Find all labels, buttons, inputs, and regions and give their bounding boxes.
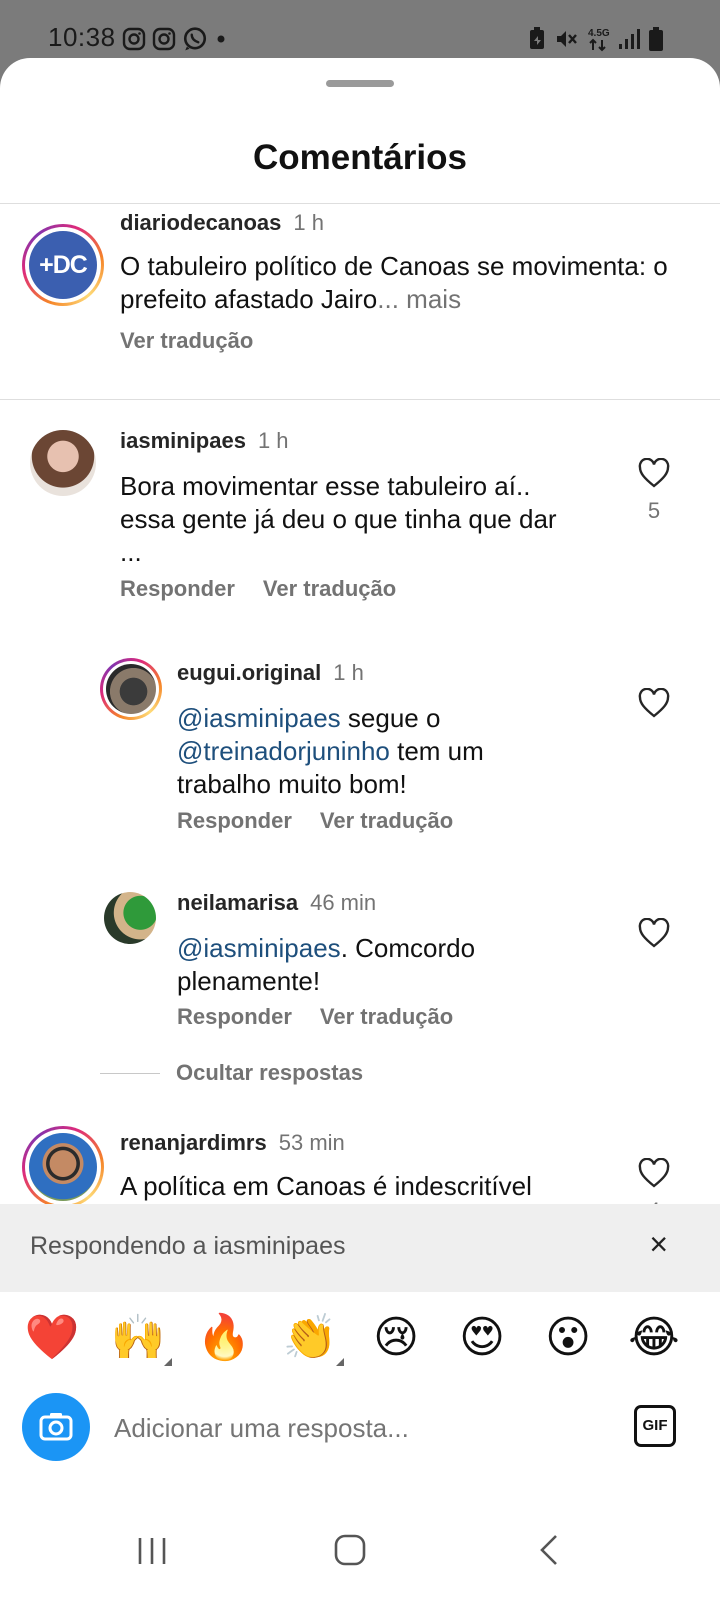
gif-button[interactable]: GIF xyxy=(634,1405,676,1447)
comment-text: @iasminipaes. Comcordo plenamente! xyxy=(177,933,476,996)
comment-actions: Responder Ver tradução xyxy=(120,576,424,602)
translate-link[interactable]: Ver tradução xyxy=(263,576,396,601)
divider xyxy=(0,399,720,400)
timestamp: 46 min xyxy=(310,890,377,915)
timestamp: 53 min xyxy=(278,1130,345,1155)
network-4.5g-icon: 4.5G xyxy=(586,26,610,57)
avatar[interactable] xyxy=(104,892,156,944)
username[interactable]: iasminipaes 1 h xyxy=(120,428,289,454)
avatar[interactable] xyxy=(30,430,96,496)
emoji-raising-hands[interactable]: 🙌 xyxy=(110,1310,166,1366)
drag-handle[interactable] xyxy=(326,80,394,87)
home-icon[interactable] xyxy=(334,1534,366,1566)
instagram-icon xyxy=(122,27,146,56)
reply-input[interactable] xyxy=(114,1403,614,1453)
camera-icon xyxy=(39,1413,73,1441)
reply-item: neilamarisa 46 min @iasminipaes. Comcordo… xyxy=(0,884,720,1064)
emoji-fire[interactable]: 🔥 xyxy=(196,1310,252,1366)
avatar-logo-text: +DC xyxy=(39,250,88,279)
hide-replies-button[interactable]: Ocultar respostas xyxy=(100,1060,363,1086)
comment-text: Bora movimentar esse tabuleiro aí.. essa… xyxy=(120,471,557,567)
status-system-icons: 4.5G xyxy=(528,26,664,57)
divider xyxy=(100,1072,160,1074)
reply-button[interactable]: Responder xyxy=(120,576,235,601)
battery-icon xyxy=(648,26,664,57)
timestamp: 1 h xyxy=(257,428,289,453)
comment-text: A política em Canoas é indescritível xyxy=(120,1171,532,1201)
mute-icon xyxy=(554,27,578,56)
reply-composer: GIF xyxy=(0,1393,720,1473)
whatsapp-icon xyxy=(182,26,208,57)
emoji-crying[interactable]: 😢 xyxy=(368,1310,424,1366)
back-icon[interactable] xyxy=(538,1534,560,1566)
heart-icon[interactable] xyxy=(638,918,670,948)
status-time: 10:38 xyxy=(48,22,116,52)
dot-icon xyxy=(214,32,228,51)
heart-icon[interactable] xyxy=(638,458,670,488)
timestamp: 1 h xyxy=(333,660,364,685)
comments-sheet: Comentários +DC diariodecanoas 1 h O tabu… xyxy=(0,58,720,1600)
heart-icon[interactable] xyxy=(638,1158,670,1188)
replying-to-text: Respondendo a iasminipaes xyxy=(30,1232,346,1260)
battery-saver-icon xyxy=(528,27,546,56)
svg-text:4.5G: 4.5G xyxy=(588,28,610,39)
timestamp: 1 h xyxy=(293,210,324,235)
emoji-heart-eyes[interactable]: 😍 xyxy=(454,1310,510,1366)
signal-icon xyxy=(618,28,640,55)
mention-link[interactable]: @iasminipaes xyxy=(177,703,341,733)
caption-text: O tabuleiro político de Canoas se movime… xyxy=(120,251,668,314)
sheet-title: Comentários xyxy=(253,138,467,177)
quick-emoji-row: ❤️ 🙌 🔥 👏 😢 😍 😮 😂 xyxy=(0,1310,720,1380)
recent-apps-icon[interactable] xyxy=(136,1536,168,1566)
emoji-laughing[interactable]: 😂 xyxy=(626,1310,682,1366)
system-nav-bar xyxy=(0,1498,720,1600)
username[interactable]: eugui.original 1 h xyxy=(177,660,364,686)
reply-item: eugui.original 1 h @iasminipaes segue o @… xyxy=(0,654,720,854)
replying-to-bar: Respondendo a iasminipaes × xyxy=(0,1204,720,1292)
username[interactable]: diariodecanoas 1 h xyxy=(120,210,324,236)
post-caption: +DC diariodecanoas 1 h O tabuleiro políti… xyxy=(0,204,720,399)
close-icon[interactable]: × xyxy=(649,1228,668,1260)
translate-link[interactable]: Ver tradução xyxy=(320,1004,453,1029)
story-ring[interactable]: +DC xyxy=(22,224,104,306)
more-link[interactable]: ... mais xyxy=(377,284,461,314)
camera-button[interactable] xyxy=(22,1393,90,1461)
username[interactable]: renanjardimrs 53 min xyxy=(120,1130,345,1156)
comment-actions: Responder Ver tradução xyxy=(177,808,481,834)
avatar[interactable]: +DC xyxy=(29,231,97,299)
reply-button[interactable]: Responder xyxy=(177,808,292,833)
comment-text: @iasminipaes segue o @treinadorjuninho t… xyxy=(177,703,484,799)
avatar[interactable] xyxy=(29,1133,97,1201)
comment-actions: Responder Ver tradução xyxy=(177,1004,481,1030)
like-count: 5 xyxy=(647,498,661,523)
reply-button[interactable]: Responder xyxy=(177,1004,292,1029)
heart-icon[interactable] xyxy=(638,688,670,718)
emoji-heart[interactable]: ❤️ xyxy=(24,1310,80,1366)
skin-tone-indicator xyxy=(336,1358,344,1366)
comment-item: renanjardimrs 53 min A política em Canoas… xyxy=(0,1124,720,1204)
mention-link[interactable]: @treinadorjuninho xyxy=(177,736,390,766)
avatar[interactable] xyxy=(106,664,156,714)
skin-tone-indicator xyxy=(164,1358,172,1366)
emoji-surprised[interactable]: 😮 xyxy=(540,1310,596,1366)
translate-link[interactable]: Ver tradução xyxy=(120,328,281,354)
translate-link[interactable]: Ver tradução xyxy=(320,808,453,833)
comments-list[interactable]: +DC diariodecanoas 1 h O tabuleiro políti… xyxy=(0,204,720,1204)
comment-item: iasminipaes 1 h Bora movimentar esse tabu… xyxy=(0,424,720,604)
emoji-clapping[interactable]: 👏 xyxy=(282,1310,338,1366)
mention-link[interactable]: @iasminipaes xyxy=(177,933,341,963)
story-ring[interactable] xyxy=(100,658,162,720)
story-ring[interactable] xyxy=(22,1126,104,1204)
instagram-icon xyxy=(152,27,176,56)
username[interactable]: neilamarisa 46 min xyxy=(177,890,376,916)
status-notification-icons xyxy=(122,26,228,57)
